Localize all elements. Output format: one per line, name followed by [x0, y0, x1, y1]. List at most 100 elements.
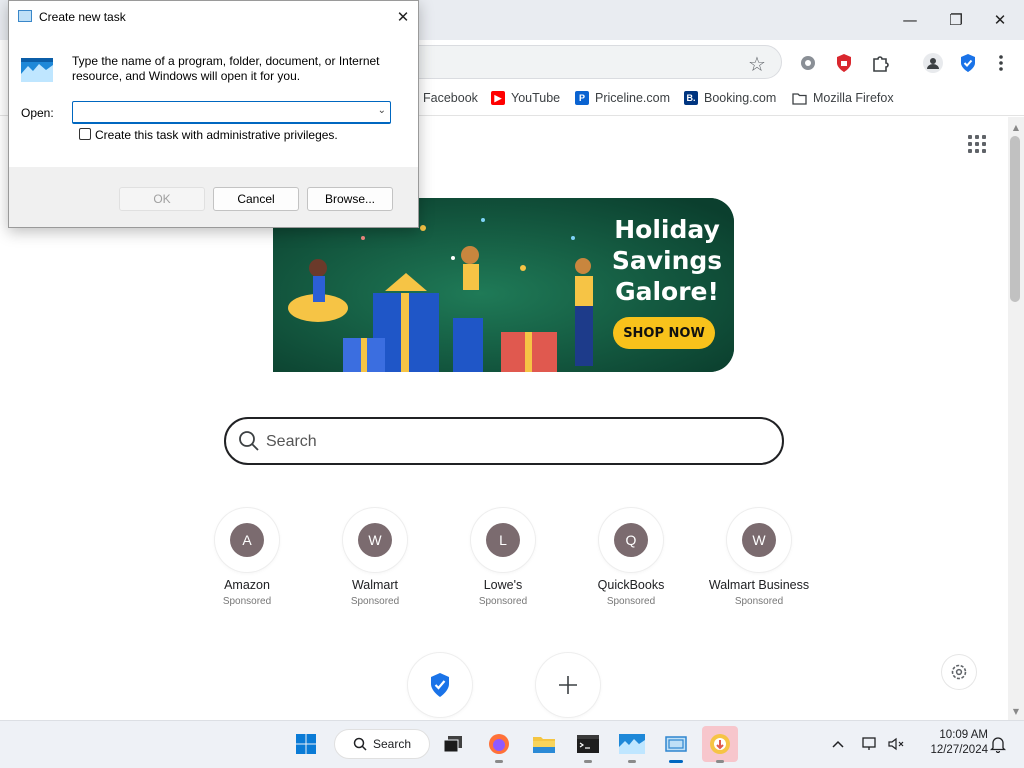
- shortcut-tile-lowes[interactable]: L Lowe's Sponsored: [439, 508, 567, 618]
- windows-logo-icon: [296, 734, 316, 754]
- bookmark-folder-mozilla-firefox[interactable]: Mozilla Firefox: [792, 91, 894, 105]
- bookmark-youtube[interactable]: ▶ YouTube: [491, 91, 560, 105]
- notifications-button[interactable]: [982, 728, 1014, 760]
- open-combobox[interactable]: ⌄: [72, 101, 391, 124]
- speaker-muted-icon: [888, 737, 904, 751]
- dialog-body: Type the name of a program, folder, docu…: [9, 33, 418, 167]
- youtube-icon: ▶: [491, 91, 505, 105]
- admin-privileges-checkbox[interactable]: [79, 128, 91, 140]
- shortcut-tile-amazon[interactable]: A Amazon Sponsored: [183, 508, 311, 618]
- running-indicator-active: [669, 760, 683, 763]
- show-hidden-icons-button[interactable]: [822, 728, 854, 760]
- close-window-button[interactable]: ✕: [978, 6, 1022, 34]
- search-box[interactable]: Search: [224, 417, 784, 465]
- bookmark-booking[interactable]: B. Booking.com: [684, 91, 776, 105]
- restore-button[interactable]: ❐: [934, 6, 978, 34]
- taskbar-search-label: Search: [373, 737, 412, 751]
- ok-button[interactable]: OK: [119, 187, 205, 211]
- browse-button[interactable]: Browse...: [307, 187, 393, 211]
- admin-privileges-label[interactable]: Create this task with administrative pri…: [95, 128, 338, 142]
- running-indicator: [584, 760, 592, 763]
- scroll-up-arrow-icon[interactable]: ▲: [1008, 120, 1024, 134]
- security-shortcut-button[interactable]: [408, 653, 472, 717]
- tile-avatar-ring: A: [215, 508, 279, 572]
- bookmark-priceline[interactable]: P Priceline.com: [575, 91, 670, 105]
- network-icon: [862, 737, 876, 750]
- tile-avatar: A: [230, 523, 264, 557]
- profile-avatar-icon[interactable]: [922, 52, 944, 74]
- address-bar[interactable]: [400, 45, 782, 79]
- browser-app-icon: [710, 734, 730, 754]
- taskbar-browser-active[interactable]: [702, 726, 738, 762]
- clock-time: 10:09 AM: [939, 729, 988, 741]
- add-shortcut-button[interactable]: [536, 653, 600, 717]
- tile-avatar: Q: [614, 523, 648, 557]
- tile-name: Lowe's: [483, 578, 523, 592]
- search-icon: [353, 737, 367, 751]
- tile-sponsored-label: Sponsored: [606, 596, 656, 607]
- taskbar-firefox[interactable]: [483, 728, 515, 760]
- run-icon: [21, 58, 53, 82]
- scrollbar-thumb[interactable]: [1010, 136, 1020, 302]
- bookmark-facebook[interactable]: Facebook: [423, 91, 478, 105]
- tile-avatar-ring: W: [727, 508, 791, 572]
- tile-sponsored-label: Sponsored: [478, 596, 528, 607]
- running-indicator: [628, 760, 636, 763]
- chevron-up-icon: [832, 740, 844, 748]
- taskbar-search[interactable]: Search: [334, 729, 430, 759]
- taskbar-file-explorer[interactable]: [528, 728, 560, 760]
- shortcut-tile-quickbooks[interactable]: Q QuickBooks Sponsored: [567, 508, 695, 618]
- extension-gear-icon[interactable]: [797, 52, 819, 74]
- start-button[interactable]: [290, 728, 322, 760]
- shortcut-tile-walmart[interactable]: W Walmart Sponsored: [311, 508, 439, 618]
- tile-avatar-ring: W: [343, 508, 407, 572]
- task-manager-icon: [665, 736, 687, 752]
- dialog-description: Type the name of a program, folder, docu…: [72, 54, 380, 83]
- tile-avatar: W: [358, 523, 392, 557]
- running-indicator: [495, 760, 503, 763]
- task-view-button[interactable]: [437, 728, 469, 760]
- firefox-icon: [489, 734, 509, 754]
- tile-name: Walmart: [351, 578, 399, 592]
- plus-icon: [559, 676, 577, 694]
- task-manager-icon: [18, 10, 32, 22]
- tile-sponsored-label: Sponsored: [734, 596, 784, 607]
- terminal-icon: [577, 735, 599, 753]
- priceline-icon: P: [575, 91, 589, 105]
- scroll-down-arrow-icon[interactable]: ▼: [1008, 704, 1024, 718]
- menu-kebab-icon[interactable]: [990, 52, 1012, 74]
- shop-now-button[interactable]: SHOP NOW: [613, 317, 715, 349]
- security-shield-icon[interactable]: [957, 52, 979, 74]
- taskbar-task-manager[interactable]: [660, 728, 692, 760]
- run-icon: [619, 734, 645, 754]
- apps-grid-icon[interactable]: [968, 135, 986, 153]
- tile-sponsored-label: Sponsored: [350, 596, 400, 607]
- create-new-task-dialog: Create new task ✕ Type the name of a pro…: [8, 0, 419, 228]
- tile-avatar-ring: Q: [599, 508, 663, 572]
- chevron-down-icon[interactable]: ⌄: [378, 105, 386, 116]
- running-indicator: [716, 760, 724, 763]
- dialog-close-button[interactable]: ✕: [391, 5, 415, 29]
- task-view-icon: [443, 736, 462, 753]
- tile-name: QuickBooks: [597, 578, 665, 592]
- taskbar-terminal[interactable]: [572, 728, 604, 760]
- tile-avatar-ring: L: [471, 508, 535, 572]
- tile-avatar: L: [486, 523, 520, 557]
- tile-avatar: W: [742, 523, 776, 557]
- clock[interactable]: 10:09 AM 12/27/2024: [918, 728, 988, 758]
- bookmark-star-icon[interactable]: ☆: [748, 52, 766, 76]
- cancel-button[interactable]: Cancel: [213, 187, 299, 211]
- customize-settings-button[interactable]: [942, 655, 976, 689]
- tile-name: Walmart Business: [708, 578, 810, 592]
- shortcut-tile-walmart-business[interactable]: W Walmart Business Sponsored: [695, 508, 823, 618]
- banner-headline: Holiday Savings Galore!: [611, 215, 723, 306]
- volume-muted-button[interactable]: [880, 728, 912, 760]
- taskbar-run-app[interactable]: [616, 728, 648, 760]
- dialog-title: Create new task: [39, 10, 126, 24]
- clock-date: 12/27/2024: [930, 744, 988, 756]
- dialog-titlebar[interactable]: Create new task ✕: [9, 1, 418, 33]
- shield-extension-icon[interactable]: [833, 52, 855, 74]
- extensions-puzzle-icon[interactable]: [869, 52, 891, 74]
- minimize-button[interactable]: —: [888, 6, 932, 34]
- open-label: Open:: [21, 106, 54, 120]
